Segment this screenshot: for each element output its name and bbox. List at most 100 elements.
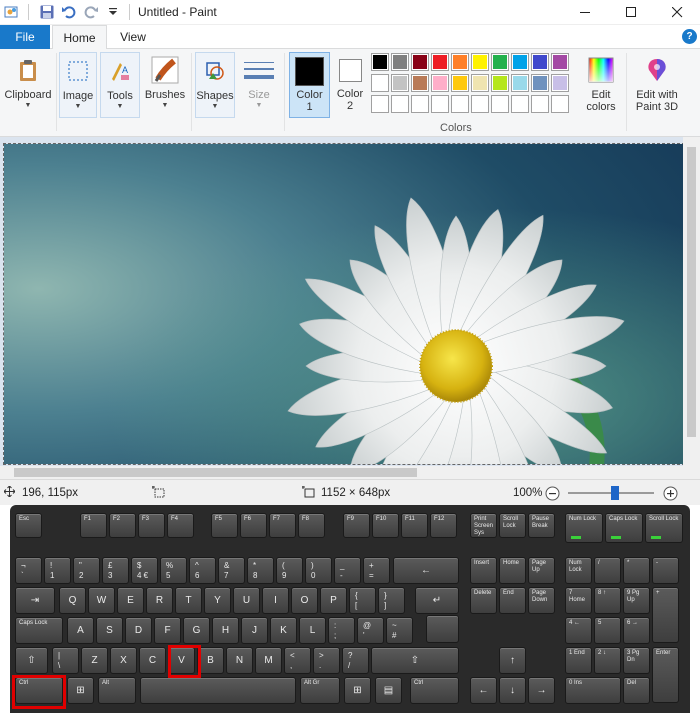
color-swatch[interactable]: [431, 74, 449, 92]
color-swatch[interactable]: [391, 95, 409, 113]
key-punct-0[interactable]: :;: [328, 617, 355, 644]
edit-colors-button[interactable]: Edit colors: [582, 52, 620, 118]
undo-icon[interactable]: [59, 2, 79, 22]
key-x[interactable]: X: [110, 647, 137, 674]
key-numpad-row4-1[interactable]: 2 ↓: [594, 647, 621, 674]
key-numpad-1[interactable]: /: [594, 557, 621, 584]
key-num-0[interactable]: ¬ `: [15, 557, 42, 584]
key-z[interactable]: Z: [81, 647, 108, 674]
key-num-8[interactable]: * 8: [247, 557, 274, 584]
color-swatch[interactable]: [391, 53, 409, 71]
color-swatch[interactable]: [411, 95, 429, 113]
key-f10[interactable]: F10: [372, 513, 399, 538]
key-numpad-2[interactable]: *: [623, 557, 650, 584]
key-page-down[interactable]: Page Down: [528, 587, 555, 614]
key-insert[interactable]: Insert: [470, 557, 497, 584]
tools-button[interactable]: A Tools ▼: [100, 52, 140, 118]
key-backspace[interactable]: ←: [393, 557, 459, 584]
key-up[interactable]: ↑: [499, 647, 526, 674]
key-c[interactable]: C: [139, 647, 166, 674]
key-left[interactable]: ←: [470, 677, 497, 704]
tab-home[interactable]: Home: [52, 25, 107, 50]
key-numpad-del[interactable]: Del: [623, 677, 650, 704]
key-numpad-row2-2[interactable]: 9 Pg Up: [623, 587, 650, 614]
key-left-ctrl[interactable]: Ctrl: [15, 677, 63, 704]
key-numpad-row3-0[interactable]: 4 ←: [565, 617, 592, 644]
key-alt-gr[interactable]: Alt Gr: [300, 677, 340, 704]
key-num-5[interactable]: % 5: [160, 557, 187, 584]
key-home[interactable]: Home: [499, 557, 526, 584]
zoom-slider-thumb[interactable]: [611, 486, 620, 500]
key-tab[interactable]: ⇥: [15, 587, 55, 614]
key-a[interactable]: A: [67, 617, 94, 644]
maximize-button[interactable]: [608, 0, 654, 25]
key-numpad-row2-0[interactable]: 7 Home: [565, 587, 592, 614]
key-numpad-0[interactable]: Num Lock: [565, 557, 592, 584]
color-swatch[interactable]: [511, 74, 529, 92]
key-h[interactable]: H: [212, 617, 239, 644]
edit-with-paint3d-button[interactable]: Edit with Paint 3D: [630, 52, 684, 118]
key-enter-lower[interactable]: [426, 615, 459, 643]
color-swatch[interactable]: [451, 74, 469, 92]
color-swatch[interactable]: [371, 53, 389, 71]
paint-app-icon[interactable]: [2, 2, 22, 22]
color-swatch[interactable]: [491, 74, 509, 92]
color-swatch[interactable]: [531, 95, 549, 113]
zoom-in-icon[interactable]: [663, 480, 678, 506]
key-f11[interactable]: F11: [401, 513, 428, 538]
key-numpad-row4-0[interactable]: 1 End: [565, 647, 592, 674]
key-left-win[interactable]: ⊞: [67, 677, 94, 704]
key-right-ctrl[interactable]: Ctrl: [410, 677, 459, 704]
key-num-3[interactable]: £3: [102, 557, 129, 584]
key-b[interactable]: B: [197, 647, 224, 674]
key-numpad-0[interactable]: 0 Ins: [565, 677, 621, 704]
led-scroll-lock[interactable]: Scroll Lock: [645, 513, 683, 543]
key-l[interactable]: L: [299, 617, 326, 644]
key-m[interactable]: M: [255, 647, 282, 674]
key-num-7[interactable]: & 7: [218, 557, 245, 584]
color-swatch[interactable]: [451, 95, 469, 113]
led-caps-lock[interactable]: Caps Lock: [605, 513, 643, 543]
key-r[interactable]: R: [146, 587, 173, 614]
key-punct-z-0[interactable]: <,: [284, 647, 311, 674]
key-numpad-row4-2[interactable]: 3 Pg Dn: [623, 647, 650, 674]
key-scroll-lock[interactable]: Scroll Lock: [499, 513, 526, 538]
key-e[interactable]: E: [117, 587, 144, 614]
brushes-button[interactable]: Brushes ▼: [143, 52, 187, 118]
color-swatch[interactable]: [551, 74, 569, 92]
clipboard-button[interactable]: Clipboard ▼: [3, 52, 53, 118]
key-f9[interactable]: F9: [343, 513, 370, 538]
key-num-4[interactable]: $4 €: [131, 557, 158, 584]
key-numpad-row3-2[interactable]: 6 →: [623, 617, 650, 644]
key-f12[interactable]: F12: [430, 513, 457, 538]
color-swatch[interactable]: [431, 95, 449, 113]
key-f6[interactable]: F6: [240, 513, 267, 538]
key-f2[interactable]: F2: [109, 513, 136, 538]
key-y[interactable]: Y: [204, 587, 231, 614]
key-numpad-3[interactable]: -: [652, 557, 679, 584]
color-swatch[interactable]: [431, 53, 449, 71]
color-swatch[interactable]: [531, 74, 549, 92]
horizontal-scrollbar[interactable]: [0, 466, 700, 479]
key-f1[interactable]: F1: [80, 513, 107, 538]
tab-file[interactable]: File: [0, 25, 50, 49]
color1-button[interactable]: Color 1: [289, 52, 330, 118]
close-button[interactable]: [654, 0, 700, 25]
key-f3[interactable]: F3: [138, 513, 165, 538]
save-icon[interactable]: [37, 2, 57, 22]
key-f4[interactable]: F4: [167, 513, 194, 538]
color-swatch[interactable]: [391, 74, 409, 92]
key-right-shift[interactable]: ⇧: [371, 647, 459, 674]
key-backslash[interactable]: | \: [52, 647, 79, 674]
key-num-9[interactable]: (9: [276, 557, 303, 584]
key-f5[interactable]: F5: [211, 513, 238, 538]
key-j[interactable]: J: [241, 617, 268, 644]
color-swatch[interactable]: [471, 74, 489, 92]
key-numpad-row3-1[interactable]: 5: [594, 617, 621, 644]
color-swatch[interactable]: [511, 53, 529, 71]
key-pause-break[interactable]: Pause Break: [528, 513, 555, 538]
color-swatch[interactable]: [511, 95, 529, 113]
color-swatch[interactable]: [411, 53, 429, 71]
key-numpad-row4-3[interactable]: Enter: [652, 647, 679, 703]
key-enter[interactable]: ↵: [415, 587, 459, 614]
